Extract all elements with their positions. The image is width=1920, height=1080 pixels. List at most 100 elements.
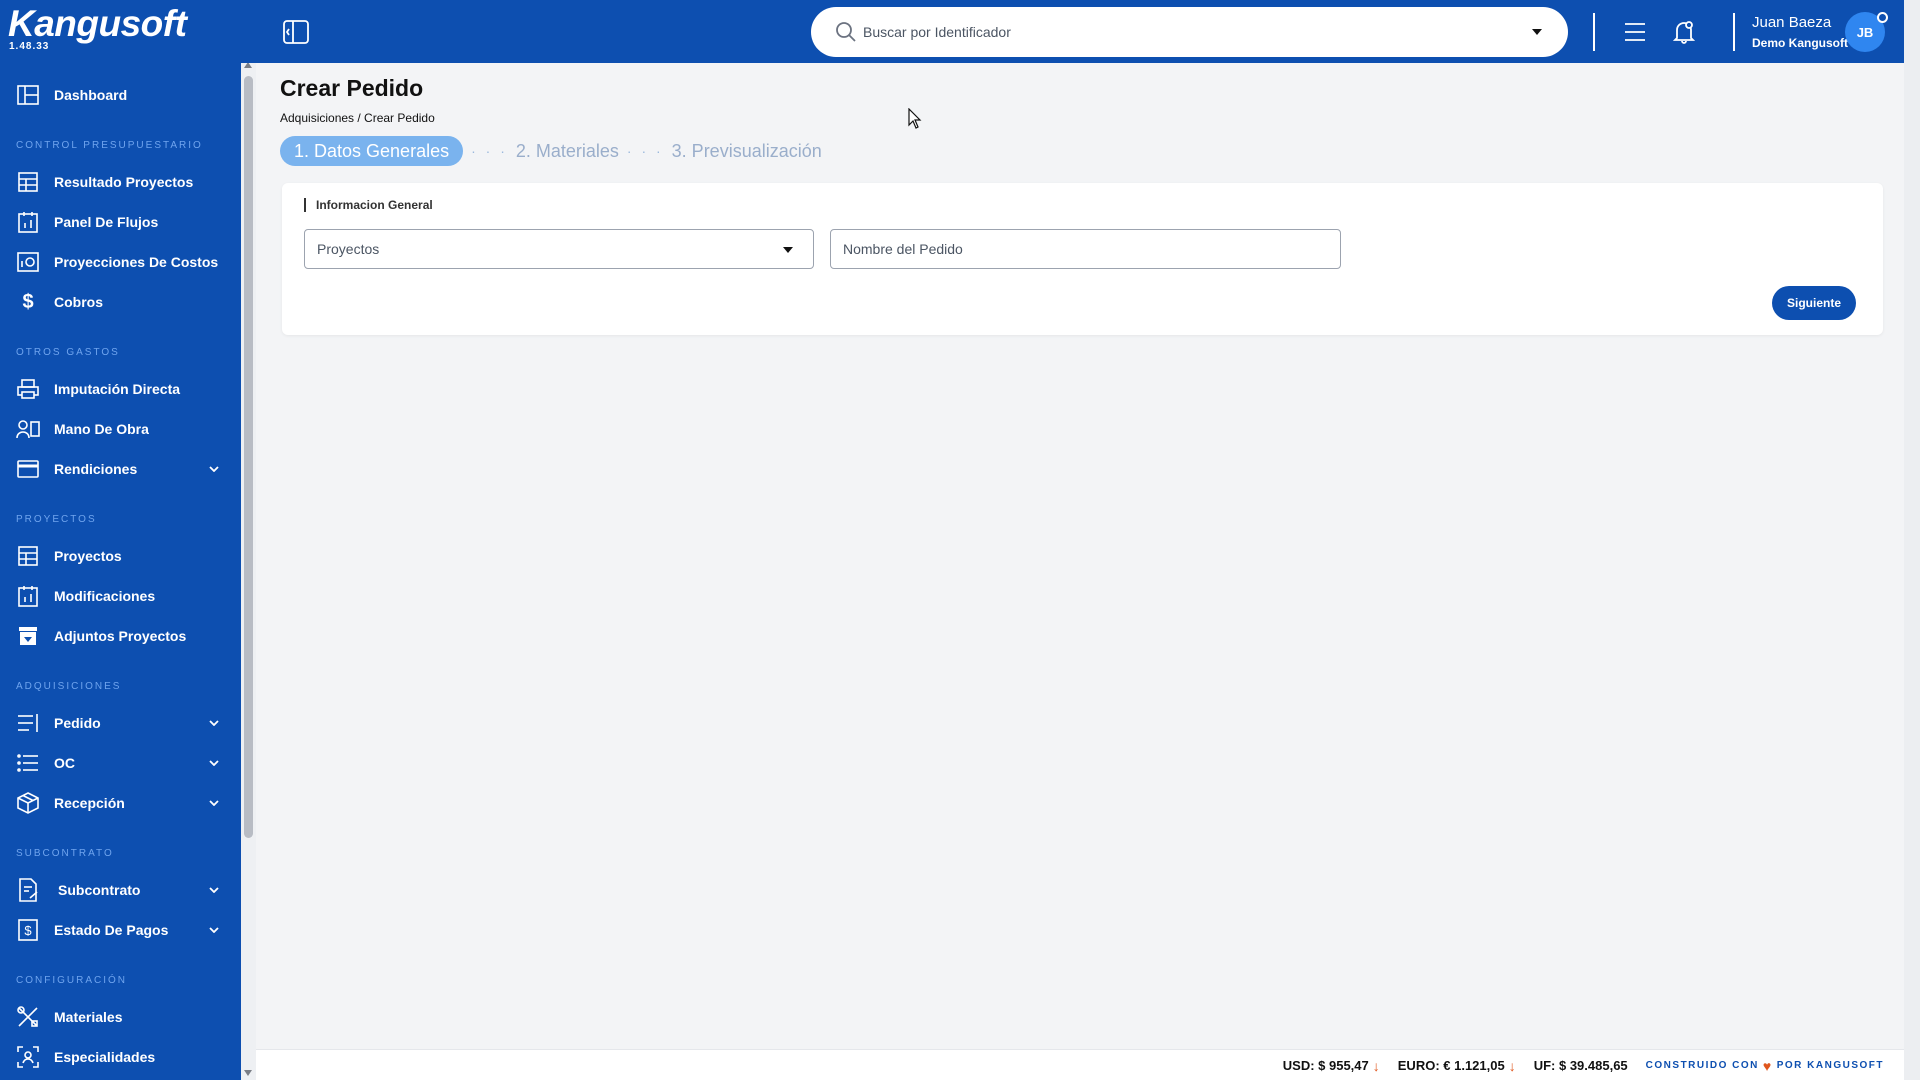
- exchange-rates: USD: $ 955,47 ↓ EURO: € 1.121,05 ↓ UF: $…: [1283, 1050, 1904, 1080]
- sidebar-item-proyecciones-costos[interactable]: Proyecciones De Costos: [0, 242, 241, 282]
- rate-uf: UF: $ 39.485,65: [1534, 1058, 1628, 1073]
- caret-down-icon[interactable]: [1532, 29, 1542, 35]
- chevron-down-icon: [209, 887, 221, 893]
- page-title: Crear Pedido: [280, 75, 424, 101]
- status-indicator: [1877, 12, 1888, 23]
- svg-text:$: $: [24, 923, 32, 938]
- search-icon: [835, 21, 857, 43]
- sidebar-item-dashboard[interactable]: Dashboard: [0, 75, 241, 115]
- sidebar-item-label: Adjuntos Proyectos: [54, 628, 187, 644]
- card-title: Informacion General: [304, 198, 433, 212]
- sidebar-item-label: Recepción: [54, 795, 125, 811]
- chevron-down-icon: [209, 800, 221, 806]
- section-configuracion: Configuración: [16, 975, 127, 986]
- sidebar-item-estado-pagos[interactable]: $ Estado De Pagos: [0, 910, 241, 950]
- rate-euro: EURO: € 1.121,05 ↓: [1398, 1058, 1516, 1074]
- sidebar-item-subcontrato[interactable]: Subcontrato: [0, 870, 241, 910]
- caret-down-icon[interactable]: [783, 247, 793, 253]
- sidebar-item-label: Pedido: [54, 715, 101, 731]
- sidebar-item-mano-obra[interactable]: Mano De Obra: [0, 409, 241, 449]
- section-adquisiciones: Adquisiciones: [16, 681, 122, 692]
- sidebar-item-label: Imputación Directa: [54, 381, 181, 397]
- sidebar-item-label: Especialidades: [54, 1049, 156, 1065]
- step-previsualizacion[interactable]: 3. Previsualización: [672, 141, 822, 162]
- sidebar-item-modificaciones[interactable]: Modificaciones: [0, 576, 241, 616]
- notification-bell-icon[interactable]: [1672, 20, 1696, 44]
- rate-usd-value: USD: $ 955,47: [1282, 1058, 1369, 1073]
- calendar-chart-icon: [16, 584, 40, 608]
- invoice-dollar-icon: $: [16, 918, 40, 942]
- section-proyectos: Proyectos: [16, 514, 97, 525]
- dollar-icon: $: [22, 290, 34, 313]
- sidebar-item-adjuntos-proyectos[interactable]: Adjuntos Proyectos: [0, 616, 241, 656]
- sidebar-item-label: Resultado Proyectos: [54, 174, 194, 190]
- chevron-down-icon: [209, 760, 221, 766]
- sidebar-item-especialidades[interactable]: Especialidades: [0, 1037, 241, 1077]
- credit-card-icon: [16, 457, 40, 481]
- sidebar-item-recepcion[interactable]: Recepción: [0, 783, 241, 823]
- built-prefix: CONSTRUIDO CON: [1645, 1060, 1759, 1071]
- breadcrumb[interactable]: Adquisiciones / Crear Pedido: [280, 111, 435, 125]
- user-focus-icon: [16, 1045, 40, 1069]
- sidebar-toggle-icon[interactable]: [283, 20, 309, 44]
- spreadsheet-icon: [16, 170, 40, 194]
- sidebar-item-proyectos[interactable]: Proyectos: [0, 536, 241, 576]
- step-separator: · · ·: [626, 143, 664, 159]
- sidebar-item-imputacion-directa[interactable]: Imputación Directa: [0, 369, 241, 409]
- step-materiales[interactable]: 2. Materiales: [516, 141, 619, 162]
- sidebar-item-oc[interactable]: OC: [0, 743, 241, 783]
- sidebar-item-panel-flujos[interactable]: Panel De Flujos: [0, 202, 241, 242]
- contract-edit-icon: [16, 878, 40, 902]
- nombre-pedido-input[interactable]: Nombre del Pedido: [830, 229, 1341, 269]
- chevron-down-icon: [209, 720, 221, 726]
- sidebar-item-label: Estado De Pagos: [54, 922, 169, 938]
- sidebar-item-resultado-proyectos[interactable]: Resultado Proyectos: [0, 162, 241, 202]
- sidebar-item-label: Proyecciones De Costos: [54, 254, 219, 270]
- rate-euro-value: EURO: € 1.121,05: [1397, 1058, 1505, 1073]
- dashboard-icon: [16, 83, 40, 107]
- menu-icon[interactable]: [1624, 22, 1646, 42]
- app-logo[interactable]: Kangusoft: [8, 4, 241, 44]
- step-datos-generales[interactable]: 1. Datos Generales: [280, 136, 464, 166]
- sidebar-item-materiales[interactable]: Materiales: [0, 997, 241, 1037]
- sidebar-item-rendiciones[interactable]: Rendiciones: [0, 449, 241, 489]
- arrow-down-icon: ↓: [1372, 1057, 1380, 1074]
- spreadsheet-icon: [16, 544, 40, 568]
- rate-uf-value: UF: $ 39.485,65: [1533, 1058, 1628, 1073]
- proyectos-select-value: Proyectos: [317, 241, 380, 257]
- worker-icon: [16, 417, 40, 441]
- sidebar-scrollbar-thumb[interactable]: [244, 76, 253, 838]
- package-icon: [16, 791, 40, 815]
- bulleted-list-icon: [16, 751, 40, 775]
- proyectos-select[interactable]: Proyectos: [304, 229, 814, 269]
- stepper: 1. Datos Generales · · · 2. Materiales ·…: [280, 136, 822, 166]
- nombre-pedido-placeholder: Nombre del Pedido: [843, 241, 963, 257]
- projection-icon: [16, 250, 40, 274]
- section-control-presupuestario: Control Presupuestario: [16, 140, 203, 151]
- top-header: Buscar por Identificador Juan Baeza Demo…: [241, 0, 1904, 63]
- sidebar-item-label: Cobros: [54, 294, 103, 310]
- sidebar-item-pedido[interactable]: Pedido: [0, 703, 241, 743]
- sidebar-item-cobros[interactable]: $ Cobros: [0, 282, 241, 322]
- footer: USD: $ 955,47 ↓ EURO: € 1.121,05 ↓ UF: $…: [256, 1049, 1904, 1080]
- rate-usd: USD: $ 955,47 ↓: [1283, 1058, 1380, 1074]
- header-divider: [1733, 13, 1735, 51]
- next-button[interactable]: Siguiente: [1772, 286, 1856, 320]
- search-bar[interactable]: Buscar por Identificador: [811, 7, 1568, 57]
- page-scrollbar[interactable]: [1904, 0, 1920, 1080]
- printer-icon: [16, 377, 40, 401]
- sidebar-item-label: Panel De Flujos: [54, 214, 159, 230]
- sidebar-item-label: Mano De Obra: [54, 421, 149, 437]
- general-info-card: Informacion General Proyectos Nombre del…: [282, 183, 1883, 335]
- user-name[interactable]: Juan Baeza: [1752, 14, 1831, 31]
- sidebar-item-label: Materiales: [54, 1009, 123, 1025]
- search-input[interactable]: Buscar por Identificador: [863, 24, 1532, 40]
- calendar-chart-icon: [16, 210, 40, 234]
- scroll-down-arrow-icon[interactable]: [244, 1070, 252, 1076]
- logo-area: Kangusoft 1.48.33: [0, 0, 241, 63]
- arrow-down-icon: ↓: [1508, 1057, 1516, 1074]
- sidebar: Kangusoft 1.48.33 Dashboard Control Pres…: [0, 0, 241, 1080]
- tools-icon: [16, 1005, 40, 1029]
- chevron-down-icon: [209, 927, 221, 933]
- sidebar-item-label: Proyectos: [54, 548, 122, 564]
